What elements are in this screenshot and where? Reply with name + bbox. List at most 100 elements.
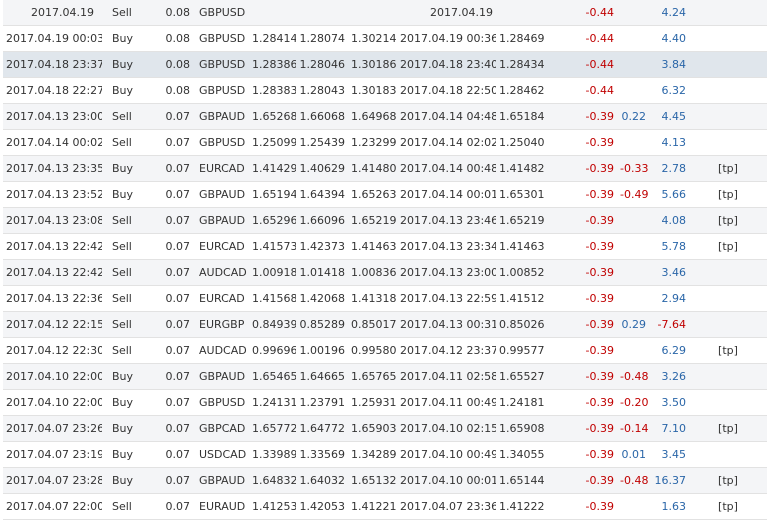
take-profit-cell: 0.99580 xyxy=(348,337,397,364)
take-profit-cell: 1.25931 xyxy=(348,389,397,416)
symbol-cell: GBPAUD xyxy=(193,207,249,234)
table-row[interactable]: 2017.04.07 23:19 Buy 0.07 USDCAD 1.33989 1.33… xyxy=(3,441,767,468)
table-row[interactable]: 2017.04.07 23:26 Buy 0.07 GBPCAD 1.65772 1.64… xyxy=(3,415,767,442)
symbol-cell: GBPUSD xyxy=(193,25,249,52)
take-profit-cell xyxy=(348,0,397,26)
close-price-cell: 1.41463 xyxy=(496,233,545,260)
table-row[interactable]: 2017.04.13 22:42 Sell 0.07 EURCAD 1.41573 1.4… xyxy=(3,233,767,260)
table-row[interactable]: 2017.04.18 22:27 Buy 0.08 GBPUSD 1.28383 1.28… xyxy=(3,77,767,104)
close-reason-cell xyxy=(689,25,767,52)
table-row[interactable]: 2017.04.13 22:42 Sell 0.07 AUDCAD 1.00918 1.0… xyxy=(3,259,767,286)
order-type-cell: Buy xyxy=(102,51,157,78)
open-price-cell: 1.41568 xyxy=(249,285,296,312)
table-row[interactable]: 2017.04.19 00:03 Buy 0.08 GBPUSD 1.28414 1.28… xyxy=(3,25,767,52)
open-price-cell: 1.28414 xyxy=(249,25,296,52)
open-price-cell: 1.33989 xyxy=(249,441,296,468)
lots-cell: 0.07 xyxy=(157,259,193,286)
close-reason-cell xyxy=(689,389,767,416)
close-time-cell: 2017.04.18 22:50 xyxy=(397,77,496,104)
open-price-cell: 1.41253 xyxy=(249,493,296,520)
swap-cell: 0.22 xyxy=(617,103,649,130)
stop-loss-cell: 1.33569 xyxy=(296,441,348,468)
table-row[interactable]: 2017.04.13 22:36 Sell 0.07 EURCAD 1.41568 1.4… xyxy=(3,285,767,312)
profit-cell: 3.45 xyxy=(649,441,689,468)
open-time-cell: 2017.04.07 22:00 xyxy=(3,493,102,520)
profit-cell: 7.10 xyxy=(649,415,689,442)
stop-loss-cell: 1.25439 xyxy=(296,129,348,156)
table-row[interactable]: 2017.04.18 23:37 Buy 0.08 GBPUSD 1.28386 1.28… xyxy=(3,51,767,78)
take-profit-cell: 1.65132 xyxy=(348,467,397,494)
close-reason-cell xyxy=(689,51,767,78)
open-time-cell: 2017.04.13 23:00 xyxy=(3,103,102,130)
profit-cell: 4.45 xyxy=(649,103,689,130)
open-price-cell: 1.65772 xyxy=(249,415,296,442)
commission-cell: -0.39 xyxy=(545,129,617,156)
table-row[interactable]: 2017.04.13 23:35 Buy 0.07 EURCAD 1.41429 1.40… xyxy=(3,155,767,182)
symbol-cell: GBPAUD xyxy=(193,103,249,130)
close-time-cell: 2017.04.14 02:02 xyxy=(397,129,496,156)
open-time-cell: 2017.04.12 22:15 xyxy=(3,311,102,338)
table-row[interactable]: 2017.04.13 23:08 Sell 0.07 GBPAUD 1.65296 1.6… xyxy=(3,207,767,234)
commission-cell: -0.39 xyxy=(545,233,617,260)
lots-cell: 0.07 xyxy=(157,155,193,182)
table-row[interactable]: 2017.04.12 22:15 Sell 0.07 EURGBP 0.84939 0.8… xyxy=(3,311,767,338)
commission-cell: -0.39 xyxy=(545,467,617,494)
close-time-cell: 2017.04.11 02:58 xyxy=(397,363,496,390)
table-row[interactable]: 2017.04.10 22:00 Buy 0.07 GBPUSD 1.24131 1.23… xyxy=(3,389,767,416)
symbol-cell: AUDCAD xyxy=(193,337,249,364)
open-time-cell: 2017.04.19 xyxy=(3,0,102,26)
order-type-cell: Buy xyxy=(102,363,157,390)
close-time-cell: 2017.04.11 00:49 xyxy=(397,389,496,416)
open-time-cell: 2017.04.19 00:03 xyxy=(3,25,102,52)
table-row[interactable]: 2017.04.19 Sell 0.08 GBPUSD 2017.04.19 -0.44 4… xyxy=(3,0,767,26)
swap-cell xyxy=(617,207,649,234)
lots-cell: 0.07 xyxy=(157,181,193,208)
symbol-cell: EURAUD xyxy=(193,493,249,520)
close-time-cell: 2017.04.14 00:01 xyxy=(397,181,496,208)
table-row[interactable]: 2017.04.07 23:28 Buy 0.07 GBPAUD 1.64832 1.64… xyxy=(3,467,767,494)
open-price-cell: 1.65268 xyxy=(249,103,296,130)
table-row[interactable]: 2017.04.14 00:02 Sell 0.07 GBPUSD 1.25099 1.2… xyxy=(3,129,767,156)
stop-loss-cell: 1.64032 xyxy=(296,467,348,494)
close-time-cell: 2017.04.13 23:34 xyxy=(397,233,496,260)
symbol-cell: GBPAUD xyxy=(193,467,249,494)
profit-cell: 3.84 xyxy=(649,51,689,78)
open-time-cell: 2017.04.07 23:28 xyxy=(3,467,102,494)
take-profit-cell: 1.41463 xyxy=(348,233,397,260)
commission-cell: -0.39 xyxy=(545,441,617,468)
close-price-cell: 0.99577 xyxy=(496,337,545,364)
close-reason-cell: [tp] xyxy=(689,493,767,520)
open-price-cell: 1.25099 xyxy=(249,129,296,156)
commission-cell: -0.39 xyxy=(545,337,617,364)
table-row[interactable]: 2017.04.12 22:30 Sell 0.07 AUDCAD 0.99696 1.0… xyxy=(3,337,767,364)
close-time-cell: 2017.04.10 00:49 xyxy=(397,441,496,468)
profit-cell: 5.78 xyxy=(649,233,689,260)
close-time-cell: 2017.04.10 02:15 xyxy=(397,415,496,442)
open-price-cell: 1.65194 xyxy=(249,181,296,208)
order-type-cell: Buy xyxy=(102,441,157,468)
profit-cell: 3.50 xyxy=(649,389,689,416)
table-row[interactable]: 2017.04.13 23:00 Sell 0.07 GBPAUD 1.65268 1.6… xyxy=(3,103,767,130)
close-time-cell: 2017.04.19 xyxy=(397,0,496,26)
close-reason-cell xyxy=(689,77,767,104)
stop-loss-cell: 1.64772 xyxy=(296,415,348,442)
profit-cell: -7.64 xyxy=(649,311,689,338)
table-row[interactable]: 2017.04.13 23:52 Buy 0.07 GBPAUD 1.65194 1.64… xyxy=(3,181,767,208)
lots-cell: 0.08 xyxy=(157,0,193,26)
lots-cell: 0.07 xyxy=(157,415,193,442)
close-price-cell: 1.41222 xyxy=(496,493,545,520)
swap-cell: -0.14 xyxy=(617,415,649,442)
take-profit-cell: 1.41221 xyxy=(348,493,397,520)
table-row[interactable]: 2017.04.10 22:00 Buy 0.07 GBPAUD 1.65465 1.64… xyxy=(3,363,767,390)
open-time-cell: 2017.04.13 23:35 xyxy=(3,155,102,182)
table-row[interactable]: 2017.04.07 22:00 Sell 0.07 EURAUD 1.41253 1.4… xyxy=(3,493,767,520)
commission-cell: -0.44 xyxy=(545,25,617,52)
open-time-cell: 2017.04.18 22:27 xyxy=(3,77,102,104)
open-time-cell: 2017.04.13 23:52 xyxy=(3,181,102,208)
order-type-cell: Sell xyxy=(102,337,157,364)
symbol-cell: GBPUSD xyxy=(193,129,249,156)
order-type-cell: Sell xyxy=(102,233,157,260)
swap-cell: 0.01 xyxy=(617,441,649,468)
swap-cell: -0.33 xyxy=(617,155,649,182)
commission-cell: -0.39 xyxy=(545,207,617,234)
